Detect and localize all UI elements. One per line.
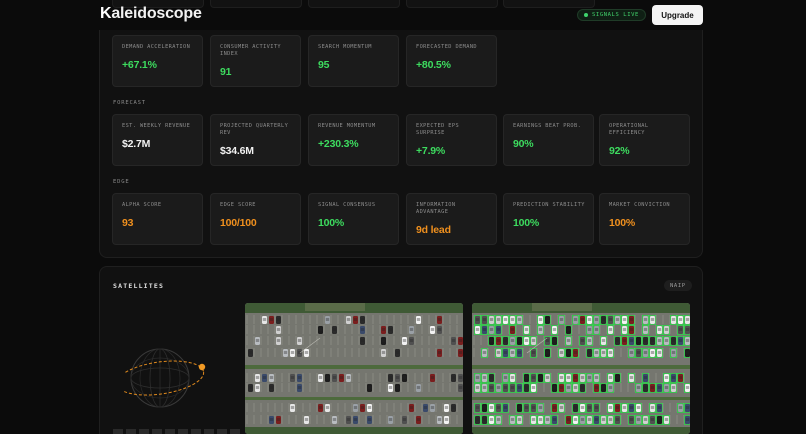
metric-value: 91	[220, 66, 232, 78]
metric-value: $34.6M	[220, 145, 254, 157]
section-label-edge: EDGE	[113, 179, 130, 185]
card-stub	[210, 0, 302, 8]
parking-lot-image	[245, 303, 463, 434]
metric-label: DEMAND ACCELERATION	[122, 44, 191, 50]
logo-k: K	[100, 5, 112, 22]
signals-live-badge: SIGNALS LIVE	[577, 9, 646, 21]
parking-lot-detections-image	[472, 303, 690, 434]
metric-value: 92%	[609, 145, 630, 157]
metric-value: +7.9%	[416, 145, 446, 157]
metric-card-forecasted-demand[interactable]: FORECASTED DEMAND +80.5%	[406, 35, 497, 87]
metric-value: 100%	[609, 217, 636, 229]
satellite-image-after[interactable]	[472, 303, 690, 434]
metric-label: MARKET CONVICTION	[609, 202, 671, 208]
metric-label: ALPHA SCORE	[122, 202, 162, 208]
satellite-orbit-icon	[124, 348, 206, 408]
metric-card-projected-quarterly-rev[interactable]: PROJECTED QUARTERLY REV $34.6M	[210, 114, 301, 166]
metric-card-search-momentum[interactable]: SEARCH MOMENTUM 95	[308, 35, 399, 87]
metric-label: PREDICTION STABILITY	[513, 202, 585, 208]
metric-card-alpha-score[interactable]: ALPHA SCORE 93	[112, 193, 203, 245]
metric-label: PROJECTED QUARTERLY REV	[220, 123, 289, 136]
top-bar: Kaleidoscope SIGNALS LIVE Upgrade	[0, 0, 806, 32]
metric-card-expected-eps-surprise[interactable]: EXPECTED EPS SURPRISE +7.9%	[406, 114, 497, 166]
metric-card-revenue-momentum[interactable]: REVENUE MOMENTUM +230.3%	[308, 114, 399, 166]
metric-card-est-weekly-revenue[interactable]: EST. WEEKLY REVENUE $2.7M	[112, 114, 203, 166]
metric-label: CONSUMER ACTIVITY INDEX	[220, 44, 282, 57]
metric-value: 93	[122, 217, 134, 229]
imagery-source-badge[interactable]: NAIP	[664, 280, 692, 291]
metric-value: +80.5%	[416, 59, 451, 71]
status-dot-icon	[584, 13, 588, 17]
metric-label: SEARCH MOMENTUM	[318, 44, 372, 50]
metric-label: REVENUE MOMENTUM	[318, 123, 376, 129]
metric-value: 9d lead	[416, 224, 451, 236]
card-stub	[308, 0, 400, 8]
metric-card-consumer-activity-index[interactable]: CONSUMER ACTIVITY INDEX 91	[210, 35, 301, 87]
metric-card-prediction-stability[interactable]: PREDICTION STABILITY 100%	[503, 193, 594, 245]
metric-label: EARNINGS BEAT PROB.	[513, 123, 582, 129]
logo-text: aleidoscope	[111, 5, 202, 22]
signals-live-label: SIGNALS LIVE	[592, 12, 639, 18]
metric-label: EST. WEEKLY REVENUE	[122, 123, 191, 129]
metric-card-information-advantage[interactable]: INFORMATION ADVANTAGE 9d lead	[406, 193, 497, 245]
satellites-title: SATELLITES	[113, 282, 165, 290]
metric-value: +67.1%	[122, 59, 157, 71]
metric-card-demand-acceleration[interactable]: DEMAND ACCELERATION +67.1%	[112, 35, 203, 87]
upgrade-button[interactable]: Upgrade	[652, 5, 703, 25]
metric-value: +230.3%	[318, 138, 359, 150]
metric-label: EXPECTED EPS SURPRISE	[416, 123, 460, 136]
metric-label: SIGNAL CONSENSUS	[318, 202, 376, 208]
metric-label: FORECASTED DEMAND	[416, 44, 478, 50]
app-logo[interactable]: Kaleidoscope	[100, 5, 202, 23]
metric-value: 100/100	[220, 217, 257, 229]
metric-value: 95	[318, 59, 330, 71]
metric-value: 100%	[318, 217, 345, 229]
card-stub	[503, 0, 595, 8]
metric-label: EDGE SCORE	[220, 202, 256, 208]
globe-caption	[113, 429, 243, 434]
metric-card-edge-score[interactable]: EDGE SCORE 100/100	[210, 193, 301, 245]
metric-label: OPERATIONAL EFFICIENCY	[609, 123, 649, 136]
metric-value: 100%	[513, 217, 540, 229]
card-stub	[406, 0, 498, 8]
metric-card-earnings-beat-prob[interactable]: EARNINGS BEAT PROB. 90%	[503, 114, 594, 166]
metric-card-operational-efficiency[interactable]: OPERATIONAL EFFICIENCY 92%	[599, 114, 690, 166]
metric-card-signal-consensus[interactable]: SIGNAL CONSENSUS 100%	[308, 193, 399, 245]
metric-card-market-conviction[interactable]: MARKET CONVICTION 100%	[599, 193, 690, 245]
metric-label: INFORMATION ADVANTAGE	[416, 202, 456, 215]
metric-value: 90%	[513, 138, 534, 150]
satellite-image-before[interactable]	[245, 303, 463, 434]
metric-value: $2.7M	[122, 138, 151, 150]
section-label-forecast: FORECAST	[113, 100, 146, 106]
